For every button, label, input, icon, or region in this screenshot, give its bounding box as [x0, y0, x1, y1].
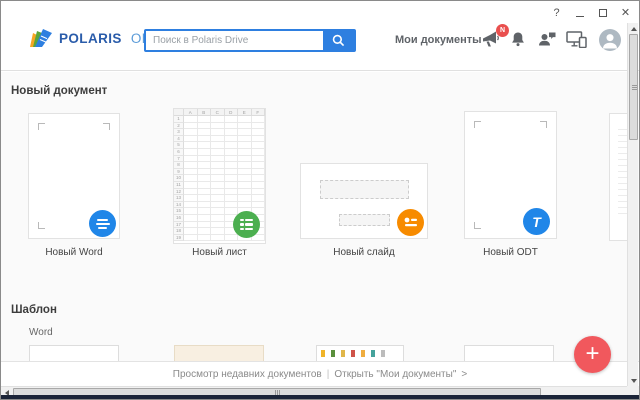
search-icon [332, 34, 345, 47]
vertical-scrollbar[interactable] [627, 23, 638, 386]
maximize-icon [598, 8, 607, 17]
window-controls: ? ✕ [549, 5, 633, 20]
new-odt-card[interactable]: T [464, 111, 557, 239]
slide-icon [397, 209, 424, 236]
scroll-down-button[interactable] [628, 375, 639, 386]
minimize-button[interactable] [572, 5, 587, 20]
plus-icon: + [585, 339, 600, 367]
help-button[interactable]: ? [549, 5, 564, 20]
maximize-button[interactable] [595, 5, 610, 20]
contacts-button[interactable] [538, 31, 556, 52]
new-word-card[interactable] [28, 113, 120, 239]
app-window: ? ✕ POLARIS OFFICE Мои доку [0, 0, 640, 400]
template-category-label: Word [29, 327, 53, 338]
corner-mark [38, 222, 45, 229]
new-odt-label[interactable]: Новый ODT [464, 247, 557, 258]
vertical-scroll-thumb[interactable] [629, 34, 638, 140]
my-documents-link[interactable]: Мои документы [395, 34, 482, 46]
new-document-section-title: Новый документ [11, 85, 108, 97]
corner-mark [474, 121, 481, 128]
devices-icon [566, 31, 587, 49]
new-sheet-label[interactable]: Новый лист [173, 247, 266, 258]
slide-title-placeholder [320, 180, 409, 199]
spreadsheet-icon [233, 211, 260, 238]
minimize-icon [575, 15, 584, 17]
devices-button[interactable] [566, 31, 587, 53]
account-button[interactable] [599, 29, 621, 51]
new-word-label[interactable]: Новый Word [28, 247, 120, 258]
avatar-person-icon [603, 34, 617, 49]
new-slide-label[interactable]: Новый слайд [300, 247, 428, 258]
announcements-button[interactable]: N [481, 24, 509, 53]
open-my-documents-link[interactable]: Открыть "Мои документы" [334, 369, 456, 380]
close-button[interactable]: ✕ [618, 5, 633, 20]
search-box [144, 29, 356, 52]
corner-mark [540, 121, 547, 128]
footer-separator: | [326, 368, 330, 380]
template-decor-icons [321, 350, 385, 357]
new-sheet-card[interactable]: A B C D E F 1 2 3 4 5 6 7 8 9 10 11 12 13 14 15 16 17 18 19 [173, 108, 266, 244]
bell-icon [512, 32, 524, 47]
recent-documents-link[interactable]: Просмотр недавних документов [173, 369, 322, 380]
corner-mark [38, 123, 45, 130]
search-input[interactable] [146, 31, 323, 50]
search-button[interactable] [323, 31, 354, 50]
logo-text-primary: POLARIS [59, 30, 122, 46]
corner-mark [103, 123, 110, 130]
odt-document-icon: T [523, 208, 550, 235]
template-section-title: Шаблон [11, 304, 57, 316]
notifications-button[interactable] [510, 31, 526, 52]
chevron-right-icon[interactable]: > [461, 369, 467, 380]
footer-bar: Просмотр недавних документов | Открыть "… [1, 361, 639, 386]
notification-badge: N [496, 24, 509, 37]
person-chat-icon [539, 32, 556, 46]
new-slide-card[interactable] [300, 163, 428, 239]
app-header: POLARIS OFFICE Мои документы N [1, 1, 639, 71]
polaris-fan-icon [30, 29, 52, 47]
add-document-fab[interactable]: + [574, 336, 611, 373]
slide-subtitle-placeholder [339, 214, 390, 226]
corner-mark [474, 222, 481, 229]
scroll-up-button[interactable] [628, 23, 639, 34]
taskbar-edge [1, 395, 639, 399]
main-content: Новый документ A B C D E F 1 2 3 4 5 6 7 8 9 10 11 12 13 14… [1, 72, 639, 385]
word-document-icon [89, 210, 116, 237]
